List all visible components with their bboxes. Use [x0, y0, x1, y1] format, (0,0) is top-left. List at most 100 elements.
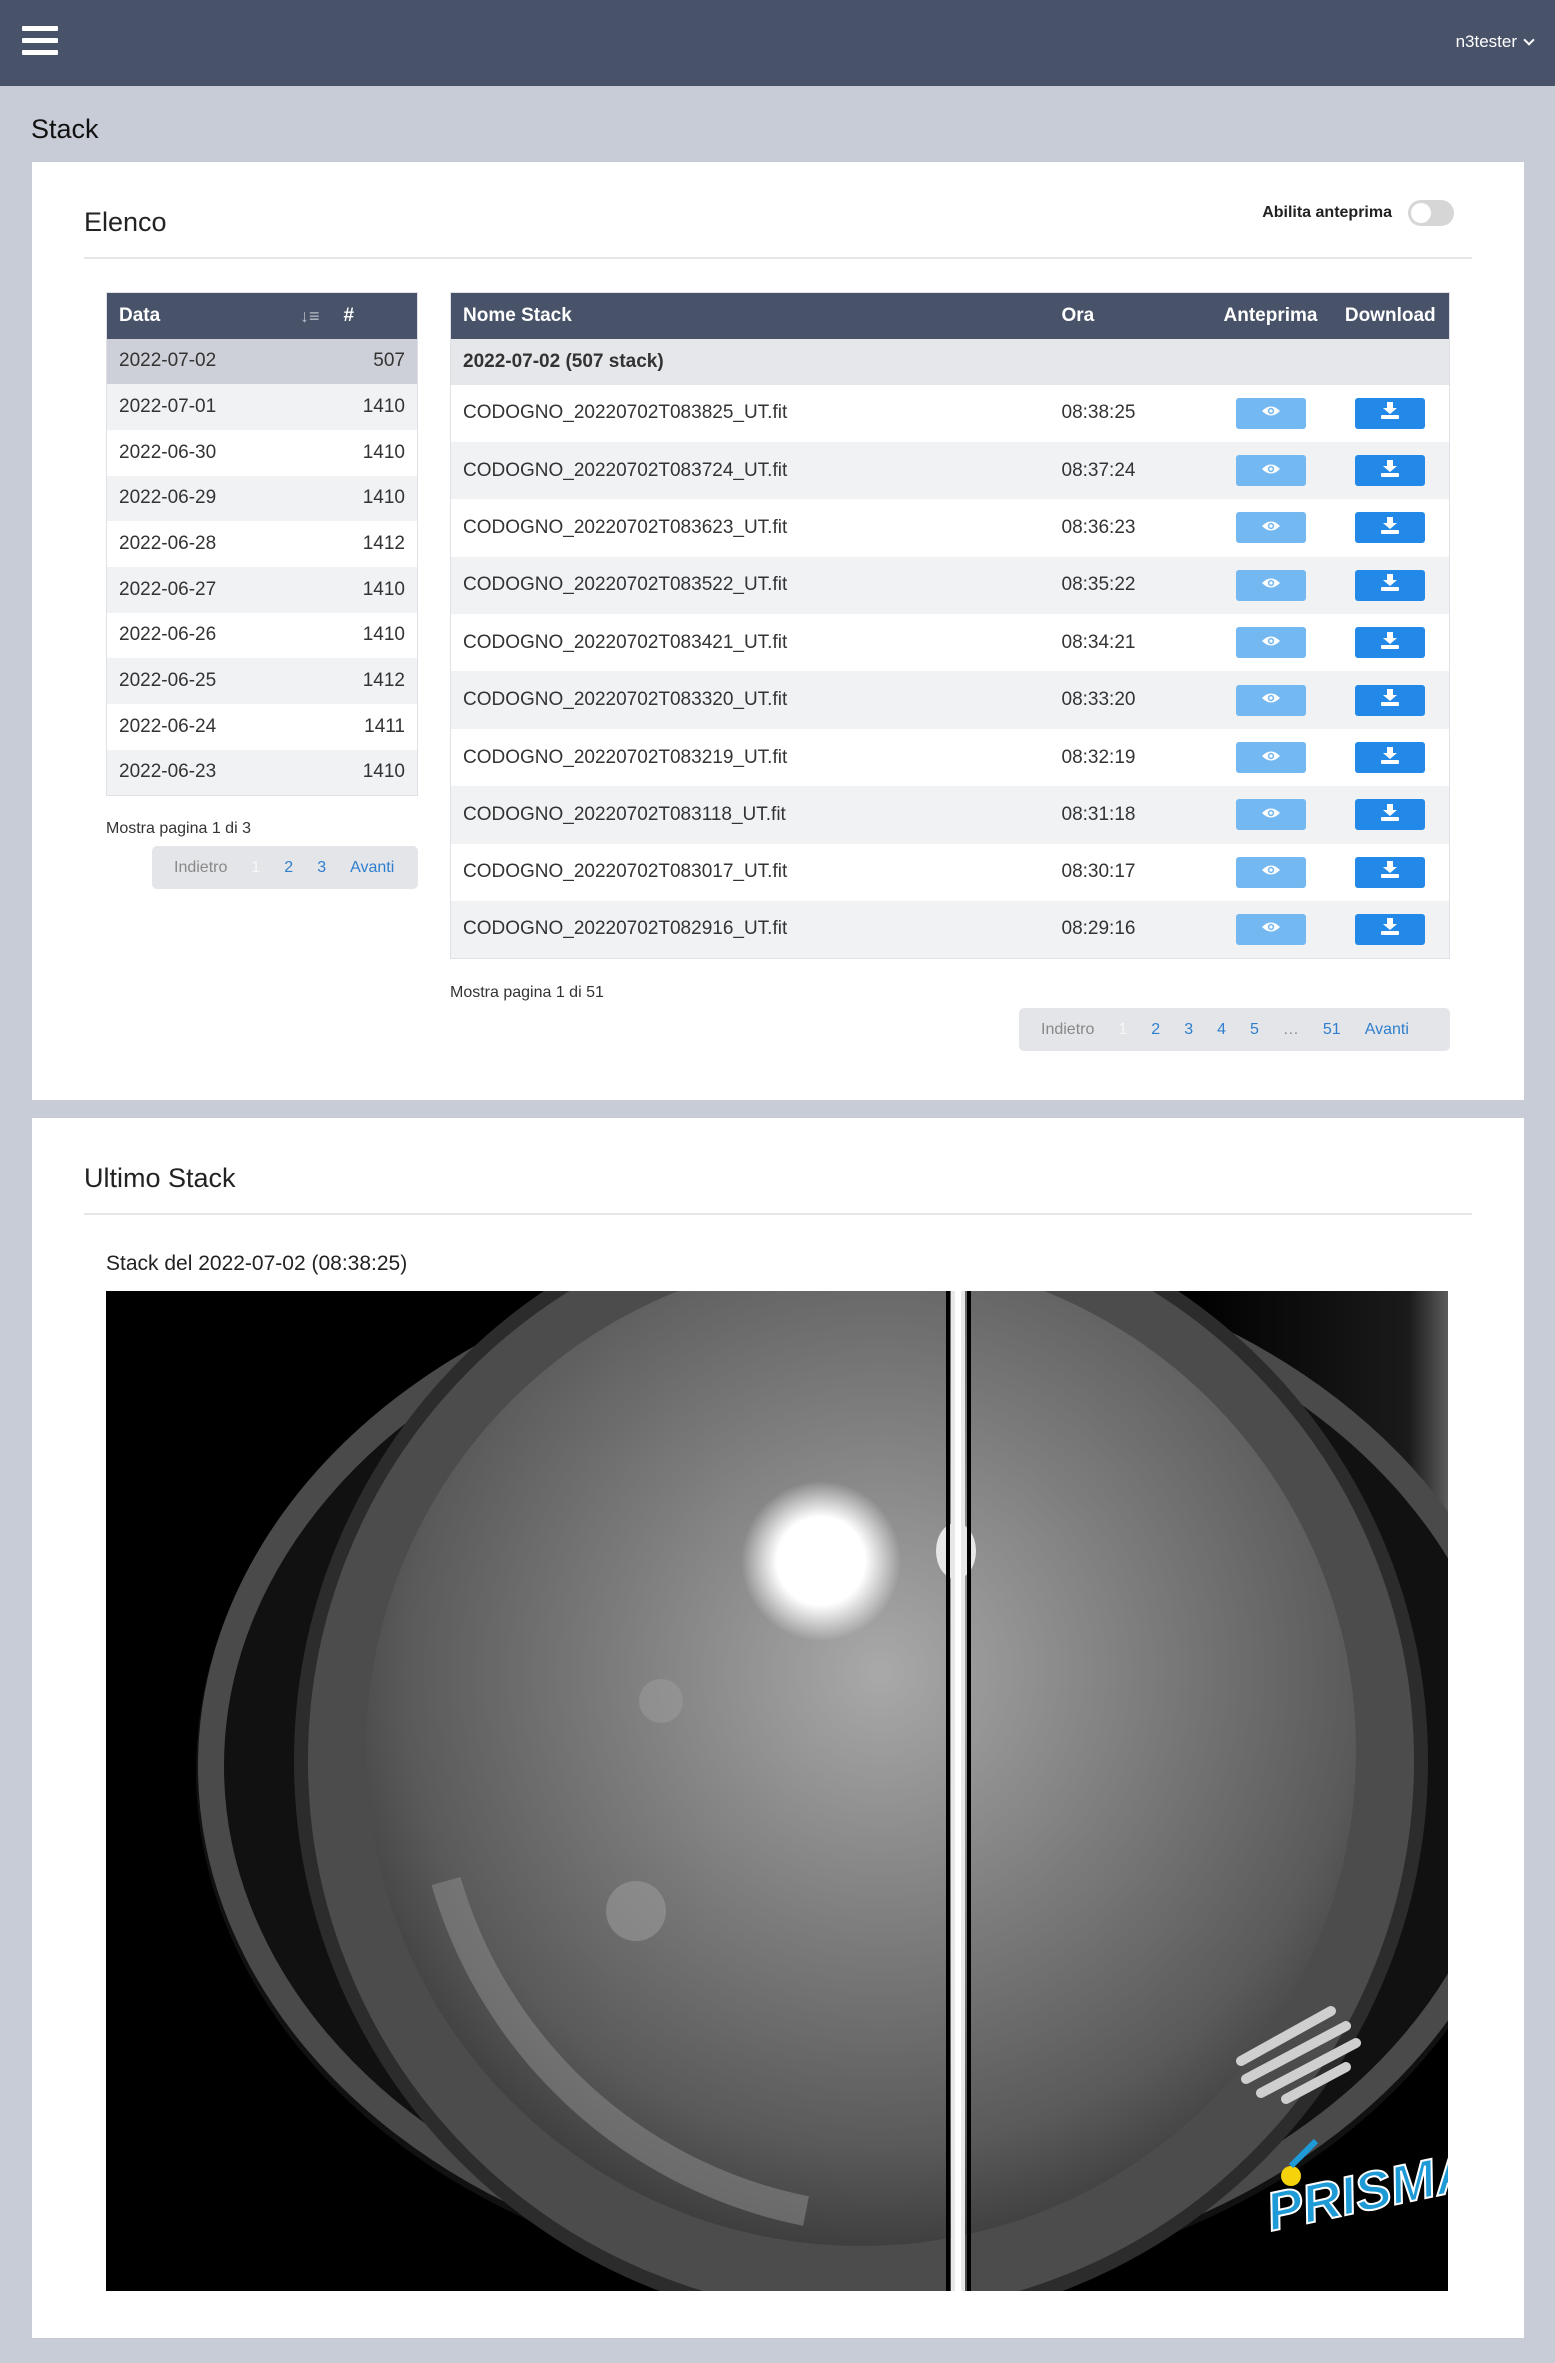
download-column-header: Download	[1331, 292, 1450, 339]
count-cell: 1412	[331, 658, 418, 704]
stack-name-column-header[interactable]: Nome Stack	[450, 292, 1050, 339]
pager-prev[interactable]: Indietro	[162, 859, 239, 877]
download-button[interactable]	[1355, 856, 1426, 888]
download-button[interactable]	[1355, 684, 1426, 716]
preview-button[interactable]	[1235, 684, 1306, 716]
preview-button[interactable]	[1235, 913, 1306, 945]
elenco-title: Elenco	[84, 207, 167, 237]
download-icon	[1380, 688, 1400, 712]
download-icon	[1380, 746, 1400, 770]
pager-next[interactable]: Avanti	[1353, 1021, 1421, 1039]
pager-page-51[interactable]: 51	[1311, 1021, 1353, 1039]
pager-page-2[interactable]: 2	[272, 859, 305, 877]
preview-button[interactable]	[1235, 455, 1306, 487]
pager-page-4[interactable]: 4	[1205, 1021, 1238, 1039]
elenco-card: Elenco Abilita anteprima Data ↓≡ # 2022-…	[32, 162, 1524, 1100]
download-cell	[1331, 441, 1450, 500]
count-cell: 1410	[331, 749, 418, 796]
all-sky-stack-picture: PRISMA	[106, 1291, 1448, 2291]
time-column-header[interactable]: Ora	[1049, 292, 1210, 339]
pager-page-3[interactable]: 3	[1172, 1021, 1205, 1039]
eye-icon	[1261, 689, 1281, 711]
date-table-header: Data ↓≡ #	[106, 292, 418, 339]
stack-time-cell: 08:37:24	[1049, 441, 1210, 500]
count-cell: 507	[331, 338, 418, 385]
preview-cell	[1209, 901, 1332, 959]
pager-page-5[interactable]: 5	[1238, 1021, 1271, 1039]
stack-row: CODOGNO_20220702T083825_UT.fit 08:38:25	[451, 385, 1450, 442]
date-row[interactable]: 2022-07-02 507	[106, 338, 418, 385]
group-label: 2022-07-02 (507 stack)	[450, 338, 1450, 385]
download-cell	[1332, 729, 1450, 786]
ultimo-stack-card: Ultimo Stack Stack del 2022-07-02 (08:38…	[32, 1118, 1524, 2338]
count-cell: 1410	[331, 566, 418, 613]
date-page-info: Mostra pagina 1 di 3	[106, 820, 251, 837]
download-button[interactable]	[1355, 799, 1426, 831]
date-row[interactable]: 2022-06-27 1410	[106, 566, 418, 613]
sort-descending-icon[interactable]: ↓≡	[300, 306, 320, 327]
pager-page-2[interactable]: 2	[1139, 1021, 1172, 1039]
stack-row: CODOGNO_20220702T083118_UT.fit 08:31:18	[450, 786, 1450, 844]
date-cell: 2022-06-26	[119, 624, 217, 646]
preview-button[interactable]	[1235, 742, 1306, 774]
date-row[interactable]: 2022-06-23 1410	[106, 749, 418, 796]
stack-name-cell: CODOGNO_20220702T083421_UT.fit	[463, 631, 788, 653]
download-button[interactable]	[1355, 627, 1426, 659]
preview-cell	[1210, 499, 1332, 556]
count-cell: 1412	[362, 533, 405, 555]
preview-button[interactable]	[1235, 856, 1306, 888]
pager-next[interactable]: Avanti	[338, 859, 406, 877]
date-cell: 2022-06-23	[106, 749, 332, 796]
pager-prev[interactable]: Indietro	[1029, 1021, 1106, 1039]
stack-table-header: Nome Stack Ora Anteprima Download	[450, 292, 1450, 339]
preview-cell	[1210, 844, 1332, 901]
download-button[interactable]	[1355, 913, 1426, 945]
preview-button[interactable]	[1235, 397, 1306, 429]
count-cell: 1410	[331, 384, 418, 430]
stack-row: CODOGNO_20220702T083320_UT.fit 08:33:20	[450, 671, 1450, 729]
preview-toggle-group: Abilita anteprima	[1262, 200, 1454, 226]
page-title: Stack	[31, 114, 99, 144]
date-row[interactable]: 2022-06-26 1410	[107, 613, 418, 659]
date-row[interactable]: 2022-06-30 1410	[107, 430, 418, 476]
download-button[interactable]	[1355, 397, 1426, 429]
download-button[interactable]	[1355, 569, 1426, 601]
count-cell: 1410	[331, 475, 418, 522]
chevron-down-icon	[1523, 33, 1535, 46]
date-row[interactable]: 2022-07-01 1410	[106, 384, 418, 430]
date-row[interactable]: 2022-06-29 1410	[106, 475, 418, 522]
stack-name-cell: CODOGNO_20220702T083118_UT.fit	[450, 786, 1050, 844]
stack-time-cell: 08:38:25	[1061, 402, 1136, 424]
download-button[interactable]	[1355, 742, 1426, 774]
download-button[interactable]	[1355, 512, 1426, 544]
preview-button[interactable]	[1235, 512, 1306, 544]
preview-button[interactable]	[1235, 569, 1306, 601]
pager-page-1[interactable]: 1	[1106, 1021, 1139, 1039]
preview-button[interactable]	[1235, 627, 1306, 659]
preview-cell	[1209, 786, 1332, 844]
stack-time-cell: 08:32:19	[1061, 746, 1136, 768]
download-cell	[1332, 499, 1450, 556]
count-column-header[interactable]: #	[331, 292, 418, 339]
download-button[interactable]	[1355, 455, 1426, 487]
user-menu[interactable]: n3tester	[1456, 32, 1535, 52]
date-row[interactable]: 2022-06-28 1412	[107, 521, 418, 567]
pager-page-3[interactable]: 3	[305, 859, 338, 877]
download-icon	[1380, 516, 1400, 540]
download-cell	[1331, 786, 1450, 844]
preview-toggle-switch[interactable]	[1408, 200, 1454, 226]
date-column-header[interactable]: Data ↓≡	[106, 292, 332, 339]
date-row[interactable]: 2022-06-24 1411	[107, 704, 418, 750]
date-row[interactable]: 2022-06-25 1412	[106, 658, 418, 704]
count-cell: 1411	[364, 715, 405, 737]
preview-button[interactable]	[1235, 799, 1306, 831]
pager-page-1[interactable]: 1	[239, 859, 272, 877]
hamburger-icon[interactable]	[22, 26, 58, 56]
preview-cell	[1209, 556, 1332, 615]
stack-time-cell: 08:29:16	[1049, 901, 1210, 959]
download-icon	[1380, 803, 1400, 827]
stack-time-cell: 08:33:20	[1049, 671, 1210, 729]
stack-time-cell: 08:34:21	[1061, 631, 1136, 653]
preview-column-header: Anteprima	[1209, 292, 1332, 339]
stack-table: Nome Stack Ora Anteprima Download 2022-0…	[450, 292, 1450, 959]
